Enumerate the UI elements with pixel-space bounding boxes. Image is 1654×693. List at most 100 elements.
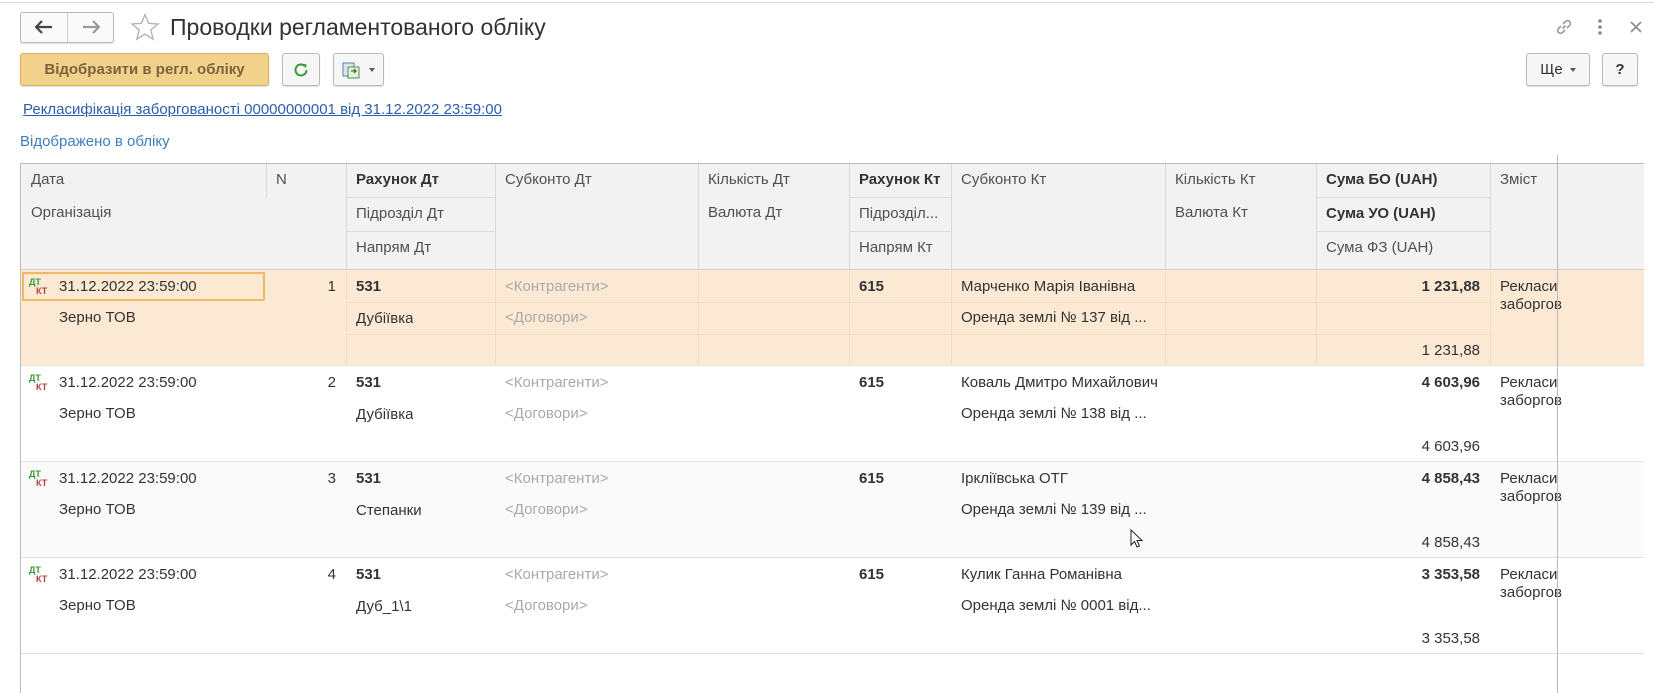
cell-department-dt[interactable]: Степанки — [356, 502, 422, 519]
cell-subconto-kt-1[interactable]: Марченко Марія Іванівна — [961, 278, 1159, 295]
cell-date[interactable]: 31.12.2022 23:59:00 — [59, 278, 197, 295]
cell-account-dt[interactable]: 531 — [356, 470, 381, 487]
back-button[interactable] — [21, 13, 67, 42]
cell-content-2[interactable]: заборгов — [1500, 296, 1562, 313]
cell-sum-fz[interactable]: 1 231,88 — [1316, 342, 1480, 359]
cell-subconto-kt-1[interactable]: Кулик Ганна Романівна — [961, 566, 1159, 583]
arrow-left-icon — [35, 20, 52, 34]
cell-subconto-kt-1[interactable]: Коваль Дмитро Михайлович — [961, 374, 1159, 391]
row-divider — [1165, 270, 1166, 366]
cell-subconto-dt-1[interactable]: <Контрагенти> — [505, 374, 608, 391]
column-header-subconto-dt[interactable]: Субконто Дт — [495, 164, 698, 198]
column-header-content[interactable]: Зміст — [1490, 164, 1644, 198]
forward-button[interactable] — [67, 12, 113, 42]
column-header-n[interactable]: N — [266, 164, 346, 198]
column-header-direction-dt[interactable]: Напрям Дт — [346, 232, 495, 266]
cell-content-1[interactable]: Рекласи — [1500, 470, 1557, 487]
row-divider — [698, 270, 699, 366]
cell-organization[interactable]: Зерно ТОВ — [59, 597, 136, 614]
link-button[interactable] — [1546, 14, 1582, 40]
column-header-date[interactable]: Дата — [21, 164, 266, 198]
cell-content-1[interactable]: Рекласи — [1500, 374, 1557, 391]
cell-n[interactable]: 2 — [266, 374, 336, 391]
cell-sum-bo[interactable]: 3 353,58 — [1316, 566, 1480, 583]
column-header-department-kt[interactable]: Підрозділ... — [849, 198, 951, 232]
cell-subconto-dt-2[interactable]: <Договори> — [505, 501, 588, 518]
cell-n[interactable]: 3 — [266, 470, 336, 487]
table-row[interactable]: ДТ КТ 31.12.2022 23:59:00 4 Зерно ТОВ 531… — [21, 558, 1644, 654]
cell-subconto-dt-1[interactable]: <Контрагенти> — [505, 566, 608, 583]
cell-sum-bo[interactable]: 4 603,96 — [1316, 374, 1480, 391]
cell-n[interactable]: 4 — [266, 566, 336, 583]
row-divider — [346, 302, 1490, 303]
cell-sum-fz[interactable]: 4 603,96 — [1316, 438, 1480, 455]
cell-sum-fz[interactable]: 4 858,43 — [1316, 534, 1480, 551]
column-header-quantity-dt[interactable]: Кількість Дт — [698, 164, 849, 198]
table-row[interactable]: ДТ КТ 31.12.2022 23:59:00 1 Зерно ТОВ 531… — [21, 270, 1644, 366]
cell-subconto-dt-1[interactable]: <Контрагенти> — [505, 470, 608, 487]
cell-subconto-dt-1[interactable]: <Контрагенти> — [505, 278, 608, 295]
close-button[interactable] — [1618, 14, 1654, 40]
cell-n[interactable]: 1 — [266, 278, 336, 295]
cell-subconto-dt-2[interactable]: <Договори> — [505, 597, 588, 614]
mouse-cursor-icon — [1130, 529, 1144, 548]
cell-department-dt[interactable]: Дубіївка — [356, 406, 413, 423]
column-header-sum-uo[interactable]: Сума УО (UAH) — [1316, 198, 1490, 232]
cell-department-dt[interactable]: Дуб_1\1 — [356, 598, 412, 615]
cell-subconto-dt-2[interactable]: <Договори> — [505, 405, 588, 422]
cell-account-kt[interactable]: 615 — [859, 374, 884, 391]
top-divider — [0, 0, 1654, 3]
column-header-currency-kt[interactable]: Валюта Кт — [1165, 197, 1316, 231]
cell-account-kt[interactable]: 615 — [859, 566, 884, 583]
cell-subconto-kt-2[interactable]: Оренда землі № 138 від ... — [961, 405, 1159, 422]
cell-subconto-kt-2[interactable]: Оренда землі № 139 від ... — [961, 501, 1159, 518]
table-row[interactable]: ДТ КТ 31.12.2022 23:59:00 2 Зерно ТОВ 531… — [21, 366, 1644, 462]
table-row[interactable]: ДТ КТ 31.12.2022 23:59:00 3 Зерно ТОВ 531… — [21, 462, 1644, 558]
cell-content-2[interactable]: заборгов — [1500, 584, 1562, 601]
favorite-button[interactable] — [128, 11, 162, 43]
cell-sum-fz[interactable]: 3 353,58 — [1316, 630, 1480, 647]
header-divider — [698, 164, 699, 270]
cell-account-dt[interactable]: 531 — [356, 566, 381, 583]
help-button[interactable]: ? — [1602, 53, 1638, 86]
cell-content-1[interactable]: Рекласи — [1500, 278, 1557, 295]
export-dropdown-button[interactable] — [333, 53, 384, 86]
cell-content-1[interactable]: Рекласи — [1500, 566, 1557, 583]
cell-subconto-kt-2[interactable]: Оренда землі № 0001 від... — [961, 597, 1159, 614]
more-button[interactable]: Ще — [1526, 53, 1590, 86]
cell-organization[interactable]: Зерно ТОВ — [59, 405, 136, 422]
column-header-account-kt[interactable]: Рахунок Кт — [849, 164, 951, 198]
cell-account-dt[interactable]: 531 — [356, 374, 381, 391]
cell-subconto-kt-1[interactable]: Іркліївська ОТГ — [961, 470, 1159, 487]
cell-sum-bo[interactable]: 1 231,88 — [1316, 278, 1480, 295]
cell-organization[interactable]: Зерно ТОВ — [59, 501, 136, 518]
document-link[interactable]: Рекласифікація заборгованості 0000000000… — [23, 101, 502, 118]
column-header-sum-bo[interactable]: Сума БО (UAH) — [1316, 164, 1490, 198]
column-header-quantity-kt[interactable]: Кількість Кт — [1165, 164, 1316, 198]
header-divider — [346, 164, 347, 270]
cell-date[interactable]: 31.12.2022 23:59:00 — [59, 566, 197, 583]
cell-sum-bo[interactable]: 4 858,43 — [1316, 470, 1480, 487]
cell-date[interactable]: 31.12.2022 23:59:00 — [59, 470, 197, 487]
cell-date[interactable]: 31.12.2022 23:59:00 — [59, 374, 197, 391]
column-header-organization[interactable]: Організація — [21, 197, 346, 231]
cell-organization[interactable]: Зерно ТОВ — [59, 309, 136, 326]
column-header-department-dt[interactable]: Підрозділ Дт — [346, 198, 495, 232]
column-header-direction-kt[interactable]: Напрям Кт — [849, 232, 951, 266]
column-header-currency-dt[interactable]: Валюта Дт — [698, 197, 849, 231]
column-header-account-dt[interactable]: Рахунок Дт — [346, 164, 495, 198]
cell-content-2[interactable]: заборгов — [1500, 488, 1562, 505]
cell-content-2[interactable]: заборгов — [1500, 392, 1562, 409]
cell-account-dt[interactable]: 531 — [356, 278, 381, 295]
cell-account-kt[interactable]: 615 — [859, 278, 884, 295]
refresh-button[interactable] — [282, 53, 320, 86]
cell-department-dt[interactable]: Дубіївка — [356, 310, 413, 327]
column-header-sum-fz[interactable]: Сума ФЗ (UAH) — [1316, 232, 1490, 266]
cell-subconto-kt-2[interactable]: Оренда землі № 137 від ... — [961, 309, 1159, 326]
cell-account-kt[interactable]: 615 — [859, 470, 884, 487]
post-to-accounting-button[interactable]: Відобразити в регл. обліку — [20, 53, 269, 86]
posting-status: Відображено в обліку — [20, 133, 170, 150]
more-menu-button[interactable] — [1582, 14, 1618, 40]
cell-subconto-dt-2[interactable]: <Договори> — [505, 309, 588, 326]
column-header-subconto-kt[interactable]: Субконто Кт — [951, 164, 1165, 198]
